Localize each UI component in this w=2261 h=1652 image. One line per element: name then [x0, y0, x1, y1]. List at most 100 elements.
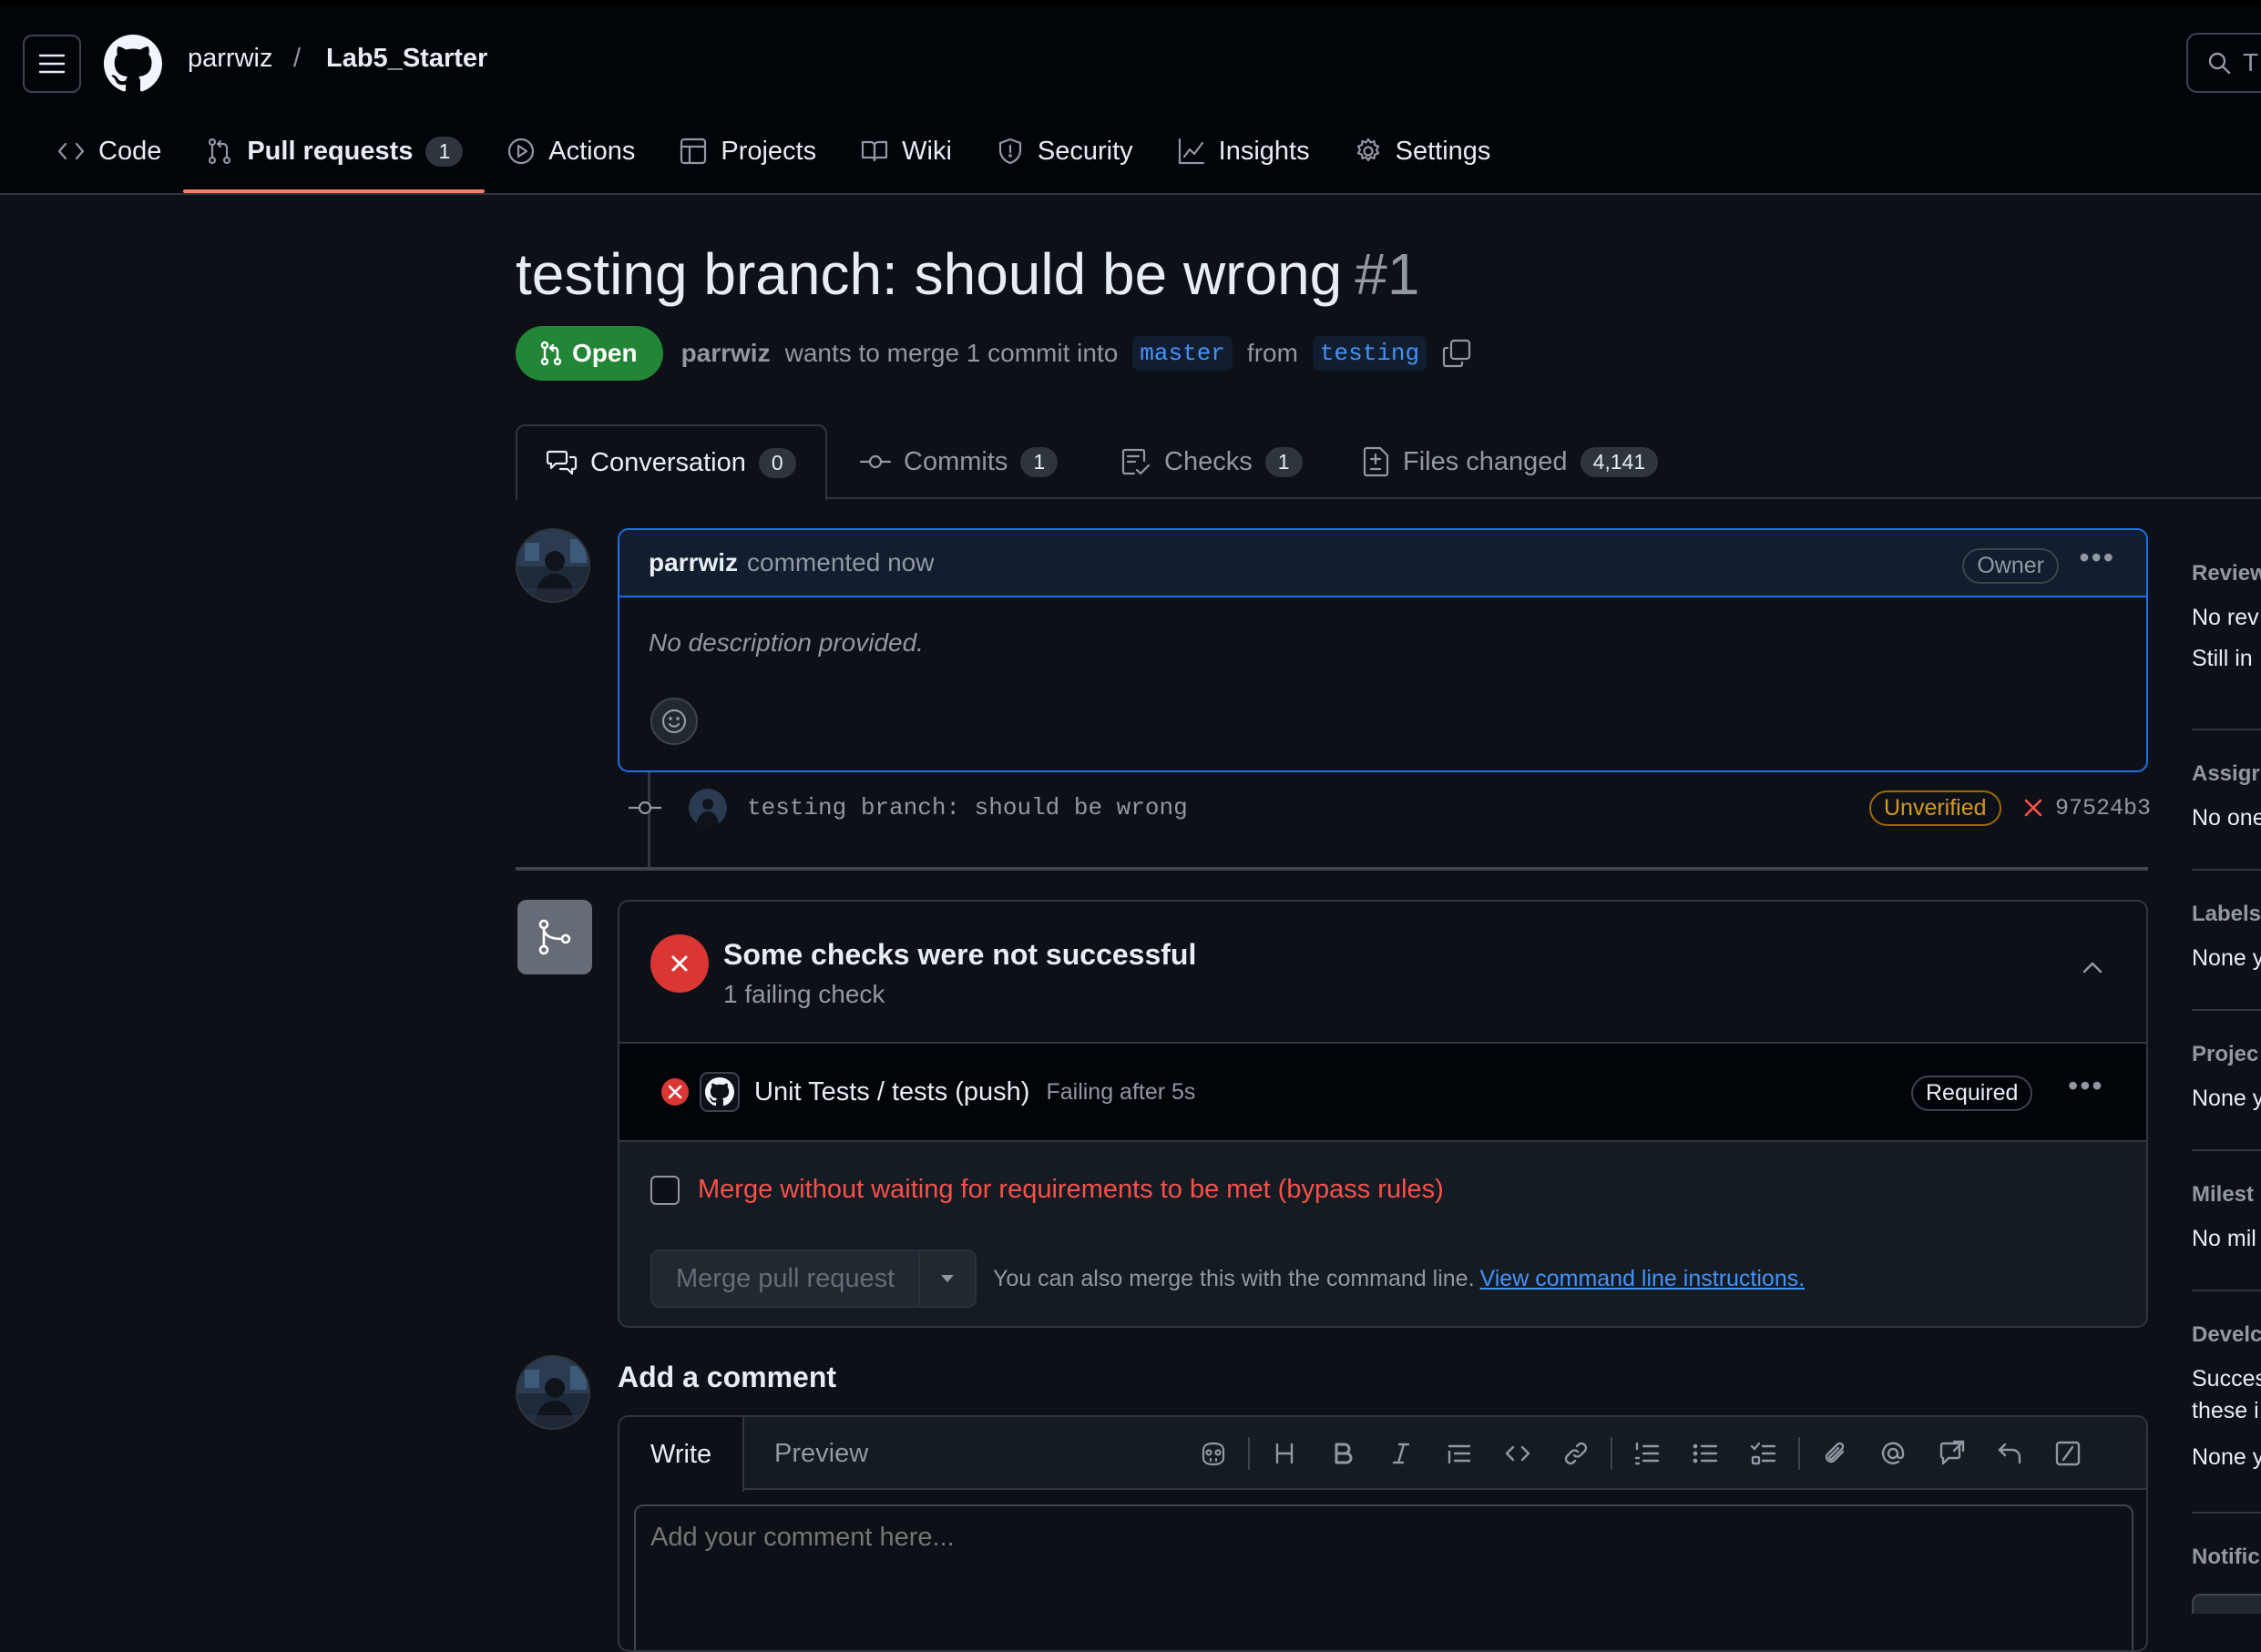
pr-sidebar: Review No rev Still in Assigr No one Lab… [2192, 546, 2261, 1614]
check-run-row[interactable]: Unit Tests / tests (push) Failing after … [619, 1044, 2146, 1142]
x-icon[interactable] [2022, 797, 2044, 819]
nav-settings[interactable]: Settings [1332, 127, 1513, 175]
nav-insights[interactable]: Insights [1155, 127, 1332, 175]
tab-count: 4,141 [1580, 446, 1659, 477]
link-icon[interactable] [1547, 1433, 1605, 1474]
git-merge-icon [538, 919, 571, 955]
github-logo-icon[interactable] [104, 35, 162, 93]
user-avatar-image [517, 1357, 588, 1428]
nav-projects[interactable]: Projects [657, 127, 838, 175]
breadcrumb-owner[interactable]: parrwiz [188, 44, 272, 74]
nav-label: Insights [1218, 136, 1310, 166]
add-reaction-button[interactable] [650, 698, 698, 745]
nav-wiki[interactable]: Wiki [838, 127, 974, 175]
sidebar-heading: Milest [2192, 1182, 2255, 1207]
commit-sha[interactable]: 97524b3 [2055, 795, 2151, 821]
comment-textarea[interactable] [634, 1504, 2133, 1650]
merge-method-dropdown[interactable] [920, 1251, 976, 1306]
sidebar-value: No mil [2192, 1226, 2256, 1251]
code-icon[interactable] [1489, 1433, 1547, 1474]
cli-instructions-link[interactable]: View command line instructions. [1480, 1266, 1806, 1291]
sidebar-assignees[interactable]: Assigr No one [2192, 761, 2261, 831]
avatar[interactable] [516, 1355, 590, 1430]
hamburger-icon [38, 54, 66, 74]
unverified-badge[interactable]: Unverified [1869, 790, 2001, 826]
pr-author-link[interactable]: parrwiz [681, 339, 771, 368]
copy-icon[interactable] [1441, 338, 1472, 369]
toolbar-divider [1798, 1437, 1800, 1470]
notification-button[interactable] [2192, 1594, 2261, 1614]
avatar[interactable] [516, 528, 590, 603]
ordered-list-icon[interactable] [1618, 1433, 1676, 1474]
search-input[interactable]: T [2186, 33, 2261, 93]
page-title: testing branch: should be wrong #1 [516, 240, 1419, 308]
smiley-icon [661, 709, 687, 734]
task-list-icon[interactable] [1734, 1433, 1793, 1474]
heading-icon[interactable] [1255, 1433, 1314, 1474]
comment-discussion-icon [547, 450, 578, 475]
nav-code[interactable]: Code [35, 127, 183, 175]
nav-label: Pull requests [247, 136, 414, 166]
checks-summary[interactable]: Some checks were not successful 1 failin… [619, 902, 2146, 1044]
sidebar-heading: Develc [2192, 1322, 2261, 1347]
breadcrumb-repo[interactable]: Lab5_Starter [326, 44, 487, 74]
copilot-icon[interactable] [1184, 1433, 1243, 1474]
nav-pull-requests[interactable]: Pull requests 1 [183, 127, 486, 193]
commit-message[interactable]: testing branch: should be wrong [747, 794, 1188, 821]
bypass-rules-option[interactable]: Merge without waiting for requirements t… [650, 1175, 1444, 1205]
check-options-kebab-icon[interactable]: ••• [2068, 1069, 2104, 1103]
add-comment-heading: Add a comment [618, 1361, 837, 1393]
slash-command-icon[interactable] [2039, 1433, 2097, 1474]
sidebar-heading: Labels [2192, 902, 2261, 926]
head-branch[interactable]: testing [1312, 336, 1427, 371]
check-name[interactable]: Unit Tests / tests (push) [754, 1077, 1029, 1107]
nav-security[interactable]: Security [974, 127, 1155, 175]
checks-subtitle: 1 failing check [723, 980, 885, 1008]
sidebar-milestone[interactable]: Milest No mil [2192, 1182, 2261, 1252]
quote-icon[interactable] [1430, 1433, 1489, 1474]
sidebar-projects[interactable]: Projec None y [2192, 1042, 2261, 1112]
sidebar-labels[interactable]: Labels None y [2192, 902, 2261, 972]
base-branch[interactable]: master [1132, 336, 1233, 371]
git-commit-icon [629, 801, 661, 815]
sidebar-reviewers[interactable]: Review No rev Still in [2192, 561, 2261, 672]
tab-write[interactable]: Write [619, 1417, 745, 1492]
toolbar-divider [1248, 1437, 1250, 1470]
top-strip [0, 0, 2261, 5]
tab-conversation[interactable]: Conversation 0 [516, 424, 827, 501]
timeline-commit: testing branch: should be wrong Unverifi… [629, 783, 2151, 832]
bypass-checkbox[interactable] [650, 1175, 680, 1205]
unordered-list-icon[interactable] [1676, 1433, 1734, 1474]
comment-options-kebab-icon[interactable]: ••• [2079, 541, 2115, 575]
commit-avatar[interactable] [689, 789, 727, 827]
tab-commits[interactable]: Commits 1 [860, 424, 1059, 499]
attach-icon[interactable] [1806, 1433, 1864, 1474]
markdown-toolbar [1184, 1433, 2097, 1474]
nav-actions[interactable]: Actions [485, 127, 657, 175]
merge-pull-request-button[interactable]: Merge pull request [652, 1251, 921, 1306]
tab-checks[interactable]: Checks 1 [1120, 424, 1303, 499]
fail-status-icon [650, 934, 709, 993]
sidebar-heading: Projec [2192, 1042, 2259, 1066]
italic-icon[interactable] [1372, 1433, 1430, 1474]
merge-status-icon [517, 900, 592, 974]
tab-preview[interactable]: Preview [743, 1417, 899, 1490]
pr-count-badge: 1 [425, 136, 464, 167]
bold-icon[interactable] [1314, 1433, 1372, 1474]
sidebar-notifications[interactable]: Notific [2192, 1545, 2261, 1614]
shield-icon [998, 138, 1021, 165]
comment-author[interactable]: parrwiz [649, 548, 738, 577]
undo-icon[interactable] [1980, 1433, 2039, 1474]
tab-label: Checks [1164, 446, 1253, 476]
tab-files-changed[interactable]: Files changed 4,141 [1363, 424, 1659, 499]
menu-button[interactable] [23, 35, 81, 93]
triangle-down-icon [941, 1275, 955, 1282]
book-icon [862, 140, 888, 162]
sidebar-development[interactable]: Develc Succes these i None y [2192, 1322, 2261, 1471]
reference-icon[interactable] [1922, 1433, 1980, 1474]
status-label: Open [572, 339, 638, 367]
table-icon [680, 138, 707, 165]
chevron-up-icon[interactable] [2079, 956, 2106, 978]
mention-icon[interactable] [1864, 1433, 1922, 1474]
sidebar-heading: Notific [2192, 1545, 2260, 1569]
